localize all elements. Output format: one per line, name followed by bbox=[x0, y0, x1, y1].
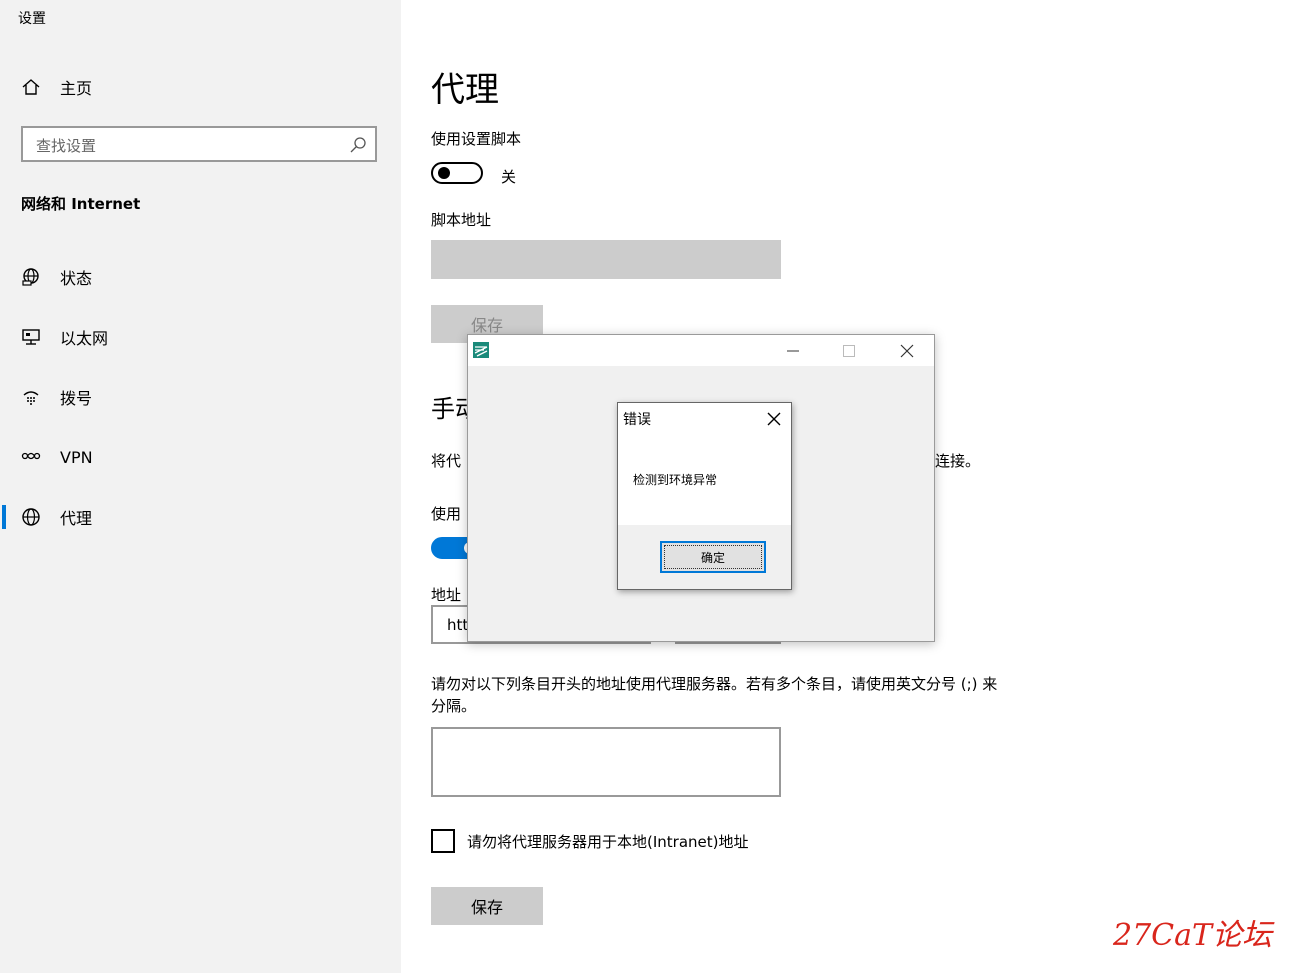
proxy-save-button[interactable]: 保存 bbox=[431, 887, 543, 925]
script-address-field[interactable] bbox=[431, 240, 781, 279]
proxy-address-label: 地址 bbox=[431, 586, 462, 604]
vpn-icon bbox=[20, 446, 42, 468]
settings-sidebar: 设置 主页 查找设置 网络和 Internet 状态 以太网 拨号 VPN 代理 bbox=[0, 0, 401, 973]
sidebar-item-label: 主页 bbox=[60, 79, 93, 98]
exceptions-textarea[interactable] bbox=[431, 727, 781, 797]
dialog-close-icon[interactable] bbox=[767, 411, 781, 430]
error-dialog: 错误 检测到环境异常 确定 bbox=[617, 402, 792, 590]
sidebar-item-vpn[interactable]: VPN bbox=[0, 437, 401, 477]
sidebar-item-label: 代理 bbox=[60, 509, 93, 528]
section-label: 网络和 Internet bbox=[21, 195, 141, 213]
sidebar-item-ethernet[interactable]: 以太网 bbox=[0, 317, 401, 357]
window-titlebar[interactable] bbox=[468, 335, 934, 366]
sidebar-item-label: 以太网 bbox=[60, 329, 109, 348]
proxy-address-value: htt bbox=[447, 616, 469, 634]
manual-proxy-desc-start: 将代 bbox=[431, 452, 462, 470]
dialog-message: 检测到环境异常 bbox=[633, 473, 718, 487]
toggle-knob bbox=[438, 167, 450, 179]
dialog-title: 错误 bbox=[623, 412, 651, 428]
use-proxy-label: 使用 bbox=[431, 505, 462, 523]
sidebar-item-home[interactable]: 主页 bbox=[0, 67, 401, 107]
app-logo-icon bbox=[472, 341, 490, 359]
script-address-label: 脚本地址 bbox=[431, 211, 492, 229]
minimize-button[interactable] bbox=[770, 335, 816, 366]
active-indicator bbox=[2, 505, 6, 529]
globe-icon bbox=[20, 506, 42, 528]
toggle-state-label: 关 bbox=[501, 168, 517, 186]
search-input[interactable]: 查找设置 bbox=[21, 126, 377, 162]
globe-status-icon bbox=[20, 266, 42, 288]
focus-rect bbox=[664, 545, 762, 569]
forum-watermark: 27CaT论坛 bbox=[1113, 918, 1273, 953]
search-icon[interactable] bbox=[349, 136, 367, 158]
exceptions-description: 请勿对以下列条目开头的地址使用代理服务器。若有多个条目，请使用英文分号 (;) … bbox=[431, 675, 998, 715]
dialup-icon bbox=[20, 386, 42, 408]
sidebar-item-dialup[interactable]: 拨号 bbox=[0, 377, 401, 417]
ethernet-icon bbox=[20, 326, 42, 348]
local-bypass-label: 请勿将代理服务器用于本地(Intranet)地址 bbox=[467, 833, 749, 851]
search-placeholder: 查找设置 bbox=[36, 137, 97, 155]
use-script-toggle[interactable] bbox=[431, 162, 483, 184]
sidebar-item-label: 状态 bbox=[60, 269, 93, 288]
home-icon bbox=[20, 76, 42, 98]
manual-proxy-desc-end: 连接。 bbox=[935, 452, 981, 470]
sidebar-item-label: 拨号 bbox=[60, 389, 93, 408]
maximize-button[interactable] bbox=[826, 335, 872, 366]
sidebar-item-status[interactable]: 状态 bbox=[0, 257, 401, 297]
sidebar-item-label: VPN bbox=[60, 447, 93, 467]
close-button[interactable] bbox=[884, 335, 930, 366]
ok-button[interactable]: 确定 bbox=[660, 541, 766, 573]
local-bypass-checkbox[interactable] bbox=[431, 829, 455, 853]
app-title: 设置 bbox=[18, 11, 46, 27]
use-script-label: 使用设置脚本 bbox=[431, 130, 522, 148]
sidebar-item-proxy[interactable]: 代理 bbox=[0, 497, 401, 537]
page-title: 代理 bbox=[431, 70, 499, 110]
